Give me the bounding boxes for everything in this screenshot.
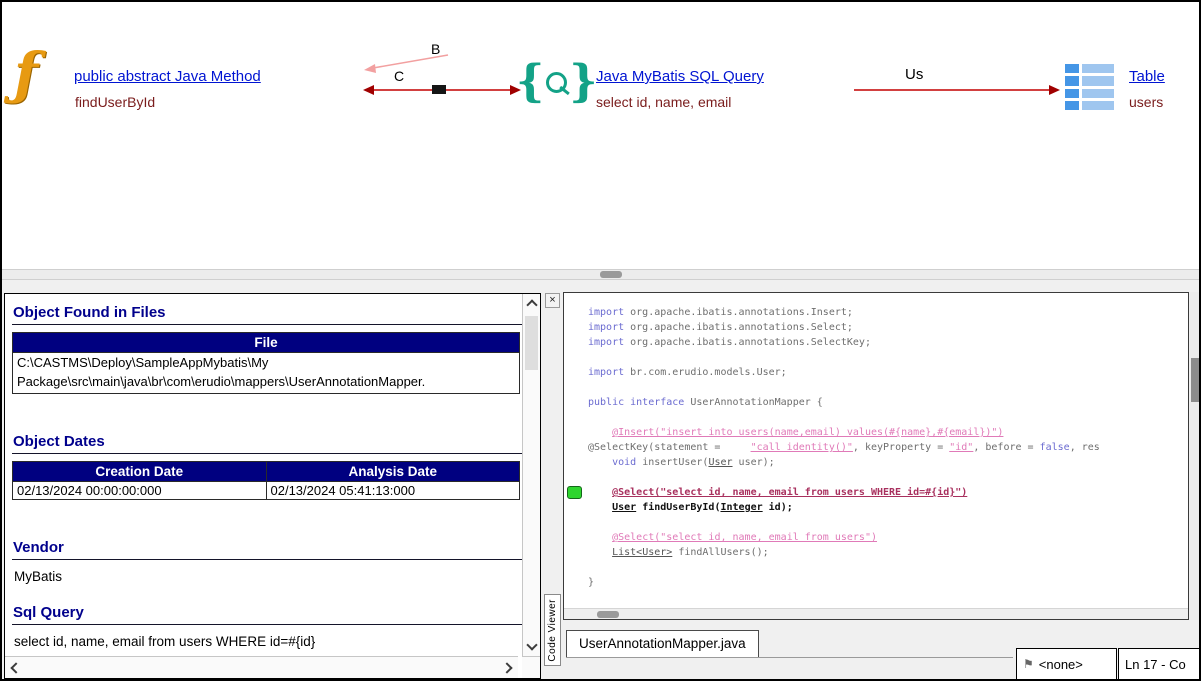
code-line: @Select("select id, name, email from use… [588, 485, 1187, 500]
code-line [588, 515, 1187, 530]
code-line [588, 350, 1187, 365]
properties-vscroll-thumb[interactable] [525, 316, 538, 370]
cursor-position-indicator: Ln 17 - Co [1118, 648, 1201, 680]
bookmark-flag-icon: ⚑ [1023, 657, 1034, 671]
mybatis-query-icon[interactable]: { } [516, 62, 598, 102]
vendor-title: Vendor [12, 536, 522, 560]
properties-vertical-scrollbar[interactable] [522, 294, 540, 656]
code-vertical-scrollbar[interactable] [1190, 292, 1201, 620]
table-icon-row [1065, 64, 1114, 73]
code-hscroll-thumb[interactable] [597, 611, 619, 618]
dependency-diagram-pane: B C Us ƒ public abstract Java Method fin… [2, 2, 1199, 269]
scroll-down-button[interactable] [523, 638, 540, 656]
file-header: File [13, 333, 520, 353]
code-line: import org.apache.ibatis.annotations.Sel… [588, 335, 1187, 350]
code-line: @Select("select id, name, email from use… [588, 530, 1187, 545]
file-path: C:\CASTMS\Deploy\SampleAppMybatis\My Pac… [13, 353, 520, 394]
query-brace-left: { [516, 62, 544, 102]
object-properties-panel: Object Found in Files File C:\CASTMS\Dep… [4, 293, 541, 679]
table-icon-row [1065, 101, 1114, 110]
query-brace-right: } [569, 62, 597, 102]
code-line: User findUserById(Integer id); [588, 500, 1187, 515]
file-tab[interactable]: UserAnnotationMapper.java [566, 630, 759, 658]
code-line: } [588, 575, 1187, 590]
link-handle[interactable] [432, 85, 446, 94]
code-editor[interactable]: import org.apache.ibatis.annotations.Ins… [563, 292, 1189, 620]
object-found-title: Object Found in Files [12, 301, 522, 325]
bookmark-selector[interactable]: ⚑ <none> [1016, 648, 1117, 680]
scroll-right-button[interactable] [500, 657, 518, 678]
code-line: public interface UserAnnotationMapper { [588, 395, 1187, 410]
edge-label-b: B [431, 41, 440, 57]
code-vscroll-thumb[interactable] [1191, 358, 1201, 402]
diagram-scrollbar-thumb[interactable] [600, 271, 622, 278]
cursor-position-text: Ln 17 - Co [1125, 657, 1186, 672]
table-icon[interactable] [1065, 64, 1114, 110]
analysis-date-header: Analysis Date [266, 462, 520, 482]
chevron-left-icon [10, 662, 21, 673]
chevron-up-icon [526, 299, 537, 310]
object-dates-title: Object Dates [12, 430, 522, 454]
scrollbar-corner [522, 656, 540, 678]
code-line: import org.apache.ibatis.annotations.Ins… [588, 305, 1187, 320]
code-line: import br.com.erudio.models.User; [588, 365, 1187, 380]
edge-label-us: Us [905, 66, 923, 83]
java-method-name: findUserById [75, 94, 155, 110]
query-q-glyph [546, 72, 567, 93]
code-viewer-tab-label: Code Viewer [547, 599, 558, 662]
properties-horizontal-scrollbar[interactable] [5, 656, 518, 678]
dates-table: Creation Date Analysis Date 02/13/2024 0… [12, 461, 520, 500]
table-name: users [1129, 94, 1163, 110]
code-line: import org.apache.ibatis.annotations.Sel… [588, 320, 1187, 335]
code-line: List<User> findAllUsers(); [588, 545, 1187, 560]
table-icon-row [1065, 89, 1114, 98]
sql-query-value: select id, name, email from users WHERE … [14, 634, 522, 649]
table-link[interactable]: Table [1129, 68, 1165, 85]
scroll-up-button[interactable] [523, 294, 540, 312]
analysis-date-value: 02/13/2024 05:41:13:000 [266, 482, 520, 500]
scroll-left-button[interactable] [5, 657, 23, 678]
java-method-link[interactable]: public abstract Java Method [74, 68, 261, 85]
file-table: File C:\CASTMS\Deploy\SampleAppMybatis\M… [12, 332, 520, 394]
code-line [588, 560, 1187, 575]
chevron-right-icon [501, 662, 512, 673]
code-line: @SelectKey(statement = "call identity()"… [588, 440, 1187, 455]
diagram-horizontal-scrollbar[interactable] [2, 269, 1199, 280]
mybatis-query-text: select id, name, email [596, 94, 731, 110]
close-icon[interactable]: × [545, 293, 560, 308]
mybatis-query-link[interactable]: Java MyBatis SQL Query [596, 68, 764, 85]
chevron-down-icon [526, 639, 537, 650]
bookmark-selector-value: <none> [1039, 657, 1083, 672]
creation-date-header: Creation Date [13, 462, 267, 482]
code-line: void insertUser(User user); [588, 455, 1187, 470]
code-line [588, 470, 1187, 485]
link-arrows: B C Us [2, 2, 1199, 269]
code-horizontal-scrollbar[interactable] [564, 608, 1188, 619]
code-gutter [564, 293, 586, 608]
java-method-icon[interactable]: ƒ [14, 46, 38, 102]
code-text: import org.apache.ibatis.annotations.Ins… [588, 305, 1187, 608]
code-line [588, 410, 1187, 425]
tabstrip-line [566, 657, 1013, 658]
sql-query-title: Sql Query [12, 601, 522, 625]
code-line: @Insert("insert into users(name,email) v… [588, 425, 1187, 440]
edge-label-c: C [394, 68, 404, 84]
vendor-value: MyBatis [14, 569, 522, 584]
creation-date-value: 02/13/2024 00:00:00:000 [13, 482, 267, 500]
application-window: B C Us ƒ public abstract Java Method fin… [0, 0, 1201, 681]
object-properties-content: Object Found in Files File C:\CASTMS\Dep… [12, 297, 522, 649]
table-icon-row [1065, 76, 1114, 85]
bookmark-marker[interactable] [567, 486, 582, 499]
code-viewer-tab[interactable]: Code Viewer [544, 594, 561, 666]
code-viewer-panel: import org.apache.ibatis.annotations.Ins… [561, 289, 1201, 680]
code-line [588, 380, 1187, 395]
